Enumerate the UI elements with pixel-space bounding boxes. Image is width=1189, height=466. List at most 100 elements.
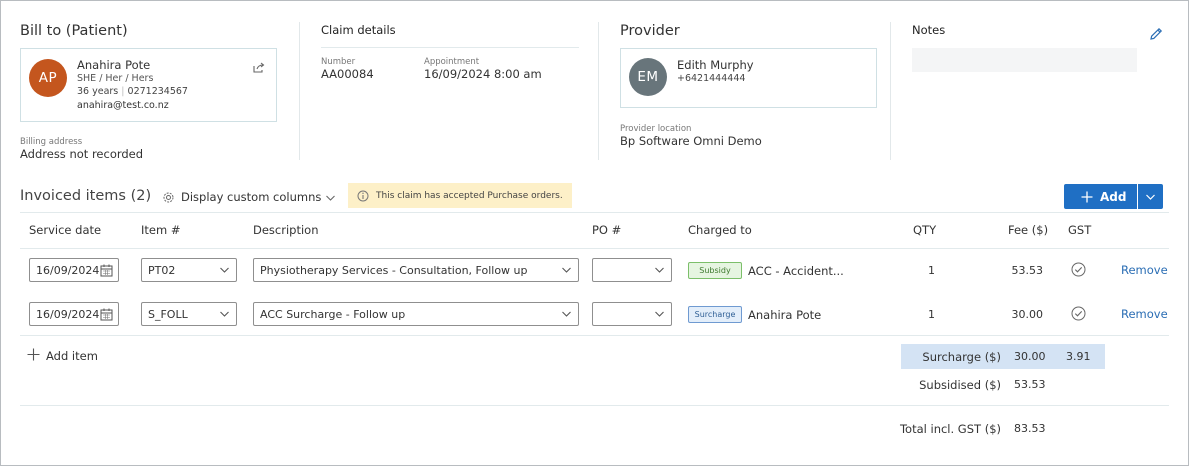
item-value: S_FOLL <box>148 307 188 321</box>
col-item: Item # <box>141 223 181 237</box>
billing-address-value: Address not recorded <box>20 147 144 161</box>
col-gst: GST <box>1068 223 1092 237</box>
fee-value: 30.00 <box>1011 308 1044 321</box>
service-date-value: 16/09/2024 <box>36 263 100 277</box>
gst-check-icon[interactable] <box>1071 306 1086 321</box>
claim-number-label: Number <box>321 57 356 67</box>
billing-address-label: Billing address <box>20 137 83 147</box>
chevron-down-icon <box>562 267 571 273</box>
grand-total-value: 83.53 <box>1014 422 1046 435</box>
divider <box>890 22 891 160</box>
info-icon <box>357 190 369 201</box>
provider-card: EM Edith Murphy +6421444444 <box>620 48 877 108</box>
plus-icon[interactable] <box>27 348 40 361</box>
col-charged-to: Charged to <box>688 223 752 237</box>
calendar-icon[interactable] <box>100 308 113 321</box>
po-select[interactable] <box>592 302 672 326</box>
charged-to-value: Anahira Pote <box>748 308 822 322</box>
chevron-down-icon <box>220 311 229 317</box>
share-icon[interactable] <box>252 62 266 74</box>
charged-to-value: ACC - Accident... <box>748 264 844 278</box>
grand-total-label: Total incl. GST ($) <box>899 422 1001 436</box>
subsidy-tag: Subsidy <box>688 262 742 279</box>
col-fee: Fee ($) <box>1008 223 1049 237</box>
col-service-date: Service date <box>29 223 102 237</box>
claim-number-value: AA00084 <box>321 67 374 81</box>
bill-to-heading: Bill to (Patient) <box>20 23 128 39</box>
subsidised-total-value: 53.53 <box>1014 378 1046 391</box>
patient-age: 36 years <box>77 86 119 97</box>
notes-area[interactable] <box>912 48 1137 72</box>
surcharge-total-value: 30.00 <box>1014 350 1046 363</box>
surcharge-tag: Surcharge <box>688 306 742 323</box>
appointment-value: 16/09/2024 8:00 am <box>424 67 542 81</box>
add-item-link[interactable]: Add item <box>46 349 98 363</box>
item-select[interactable]: S_FOLL <box>141 302 237 326</box>
surcharge-total-label: Surcharge ($) <box>922 350 1001 364</box>
notice-text: This claim has accepted Purchase orders. <box>376 190 563 201</box>
col-description: Description <box>253 223 319 237</box>
patient-age-phone: 36 years | 0271234567 <box>77 86 188 97</box>
purchase-order-notice: This claim has accepted Purchase orders. <box>348 183 572 208</box>
chevron-down-icon <box>220 267 229 273</box>
display-custom-columns[interactable]: Display custom columns <box>181 190 321 204</box>
divider <box>20 405 1169 406</box>
provider-avatar: EM <box>629 58 667 96</box>
claim-details-heading: Claim details <box>321 23 396 37</box>
remove-link[interactable]: Remove <box>1121 307 1168 321</box>
description-select[interactable]: Physiotherapy Services - Consultation, F… <box>253 258 579 282</box>
col-po: PO # <box>592 223 622 237</box>
description-select[interactable]: ACC Surcharge - Follow up <box>253 302 579 326</box>
appointment-label: Appointment <box>424 57 480 67</box>
provider-location-label: Provider location <box>620 124 692 134</box>
service-date-value: 16/09/2024 <box>36 307 100 321</box>
plus-icon <box>1081 191 1093 202</box>
po-select[interactable] <box>592 258 672 282</box>
chevron-down-icon <box>1146 194 1155 200</box>
patient-card: AP Anahira Pote SHE / Her / Hers 36 year… <box>20 48 277 122</box>
subsidised-total-label: Subsidised ($) <box>919 378 1001 392</box>
invoiced-items-title: Invoiced items (2) <box>20 188 152 204</box>
gst-check-icon[interactable] <box>1071 262 1086 277</box>
provider-heading: Provider <box>620 23 680 39</box>
patient-initials: AP <box>38 70 58 86</box>
qty-value: 1 <box>928 308 935 321</box>
add-button-label: Add <box>1100 189 1127 204</box>
add-options-button[interactable] <box>1138 184 1163 209</box>
calendar-icon[interactable] <box>100 264 113 277</box>
chevron-down-icon <box>655 267 664 273</box>
provider-location-value: Bp Software Omni Demo <box>620 134 762 148</box>
claim-details-underline <box>321 47 579 48</box>
notes-heading: Notes <box>912 23 946 37</box>
provider-initials: EM <box>637 69 659 85</box>
provider-phone: +6421444444 <box>677 73 746 84</box>
item-select[interactable]: PT02 <box>141 258 237 282</box>
fee-value: 53.53 <box>1011 264 1044 277</box>
divider <box>20 248 1169 249</box>
chevron-down-icon <box>655 311 664 317</box>
item-value: PT02 <box>148 263 176 277</box>
description-value: ACC Surcharge - Follow up <box>260 307 406 321</box>
qty-value: 1 <box>928 264 935 277</box>
remove-link[interactable]: Remove <box>1121 263 1168 277</box>
col-qty: QTY <box>913 223 937 237</box>
patient-name: Anahira Pote <box>77 58 151 72</box>
gear-icon[interactable] <box>162 191 175 204</box>
edit-pencil-icon[interactable] <box>1148 26 1164 42</box>
description-value: Physiotherapy Services - Consultation, F… <box>260 263 528 277</box>
divider <box>299 22 300 160</box>
service-date-input[interactable]: 16/09/2024 <box>29 302 119 326</box>
divider <box>598 22 599 160</box>
chevron-down-icon <box>562 311 571 317</box>
patient-phone: 0271234567 <box>127 86 188 97</box>
patient-pronouns: SHE / Her / Hers <box>77 73 154 84</box>
service-date-input[interactable]: 16/09/2024 <box>29 258 119 282</box>
divider <box>20 335 1169 336</box>
chevron-down-icon[interactable] <box>325 192 336 202</box>
add-button[interactable]: Add <box>1064 184 1137 209</box>
patient-email: anahira@test.co.nz <box>77 100 169 111</box>
patient-avatar: AP <box>29 59 67 97</box>
divider <box>20 212 1169 213</box>
surcharge-gst-value: 3.91 <box>1066 350 1091 363</box>
provider-name: Edith Murphy <box>677 58 754 72</box>
